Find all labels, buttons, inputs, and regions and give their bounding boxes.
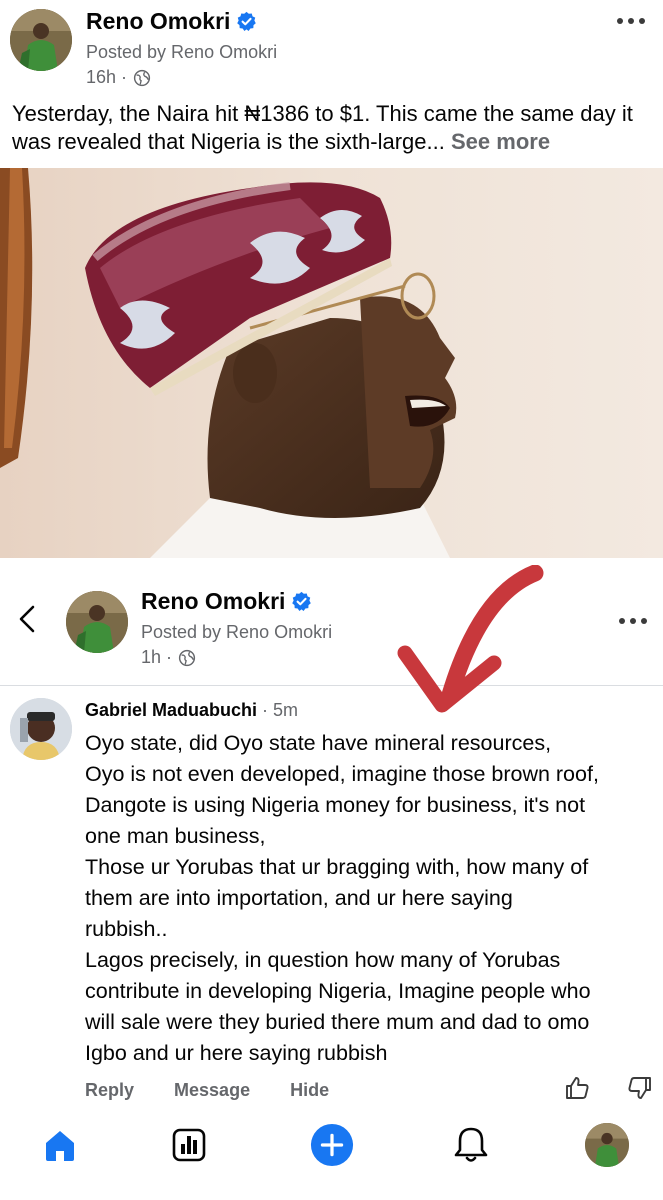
comment-line: Oyo state, did Oyo state have mineral re…: [85, 731, 552, 755]
hide-button[interactable]: Hide: [290, 1080, 329, 1101]
posted-by-label: Posted by Reno Omokri: [86, 42, 278, 62]
comment-time: · 5m: [262, 700, 299, 720]
post-time[interactable]: 16h: [86, 67, 116, 88]
post-body: Yesterday, the Naira hit ₦1386 to $1. Th…: [12, 100, 657, 156]
globe-icon: [133, 69, 151, 86]
post-photo[interactable]: [0, 168, 663, 558]
bell-icon[interactable]: [449, 1123, 493, 1167]
see-more-link[interactable]: See more: [451, 129, 550, 154]
comment-line: Dangote is using Nigeria money for busin…: [85, 793, 586, 817]
verified-badge-icon: [292, 591, 312, 611]
thread-post-time[interactable]: 1h: [141, 647, 161, 668]
insights-icon[interactable]: [167, 1123, 211, 1167]
back-chevron-icon[interactable]: [16, 604, 38, 634]
reply-button[interactable]: Reply: [85, 1080, 134, 1101]
comment-line: will sale were they buried there mum and…: [85, 1010, 590, 1034]
meta-separator: ·: [121, 67, 128, 87]
commenter-avatar[interactable]: [10, 698, 72, 760]
globe-icon: [178, 649, 196, 666]
comment-body: Oyo state, did Oyo state have mineral re…: [85, 728, 660, 1069]
more-options-icon[interactable]: [617, 18, 645, 28]
thread-author-text[interactable]: Reno Omokri: [141, 588, 285, 615]
author-name-text[interactable]: Reno Omokri: [86, 8, 230, 35]
author-avatar[interactable]: [10, 9, 72, 71]
commenter-name[interactable]: Gabriel Maduabuchi · 5m: [85, 700, 298, 721]
commenter-name-text[interactable]: Gabriel Maduabuchi: [85, 700, 257, 720]
thread-posted-by-label: Posted by Reno Omokri: [141, 622, 333, 642]
verified-badge-icon: [237, 11, 257, 31]
thread-author-name[interactable]: Reno Omokri: [141, 588, 312, 615]
comment-line: rubbish..: [85, 917, 168, 941]
comment-line: Those ur Yorubas that ur bragging with, …: [85, 855, 589, 879]
bottom-tab-bar: [0, 1111, 663, 1200]
post-meta: 16h ·: [86, 67, 151, 88]
thread-post-meta: 1h ·: [141, 647, 196, 668]
comment-line: Lagos precisely, in question how many of…: [85, 948, 561, 972]
author-name[interactable]: Reno Omokri: [86, 8, 257, 35]
comment-line: Oyo is not even developed, imagine those…: [85, 762, 599, 786]
create-plus-icon[interactable]: [310, 1123, 354, 1167]
post-header: Reno Omokri Posted by Reno Omokri 16h ·: [0, 0, 663, 92]
thumbs-down-icon[interactable]: [626, 1074, 654, 1102]
comment-line: them are into importation, and ur here s…: [85, 886, 513, 910]
more-options-icon[interactable]: [619, 618, 647, 628]
thumbs-up-icon[interactable]: [563, 1074, 591, 1102]
comment-line: contribute in developing Nigeria, Imagin…: [85, 979, 591, 1003]
comment-actions: Reply Message Hide: [85, 1080, 369, 1101]
profile-avatar[interactable]: [585, 1123, 629, 1167]
comment: Gabriel Maduabuchi · 5m Oyo state, did O…: [0, 686, 663, 1111]
comment-line: Igbo and ur here saying rubbish: [85, 1041, 388, 1065]
meta-separator: ·: [166, 647, 173, 667]
comment-line: one man business,: [85, 824, 266, 848]
message-button[interactable]: Message: [174, 1080, 250, 1101]
home-icon[interactable]: [38, 1123, 82, 1167]
thread-author-avatar[interactable]: [66, 591, 128, 653]
thread-header: Reno Omokri Posted by Reno Omokri 1h ·: [0, 558, 663, 686]
